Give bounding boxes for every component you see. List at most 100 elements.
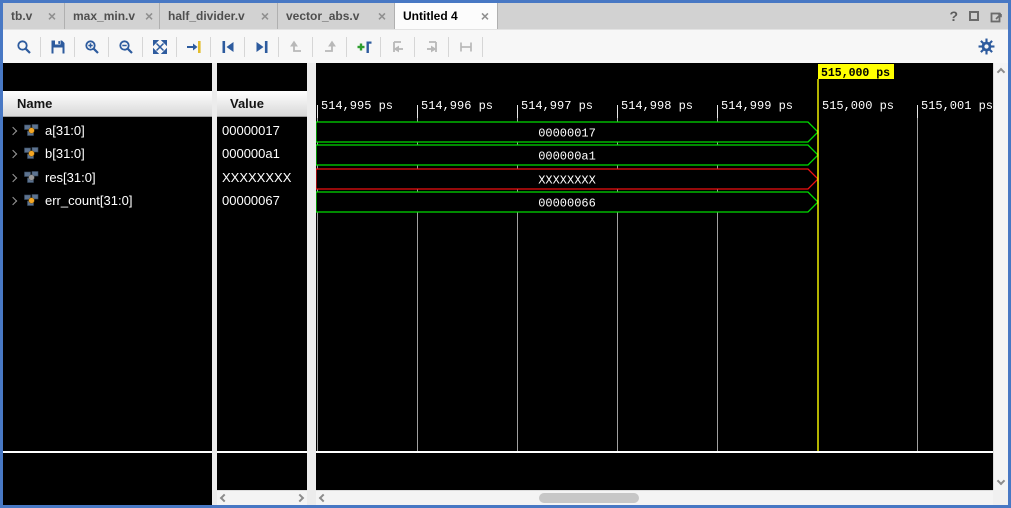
signal-values-panel: Value 00000017 000000a1 XXXXXXXX 0000006… (217, 63, 307, 505)
panel-separator-line (316, 451, 993, 453)
tab-label: vector_abs.v (286, 9, 359, 23)
toolbar-separator (40, 37, 41, 57)
name-column-header: Name (3, 91, 212, 117)
svg-text:514,996 ps: 514,996 ps (421, 99, 493, 113)
signal-name: b[31:0] (45, 146, 85, 161)
measure-time-icon[interactable] (452, 34, 479, 60)
scroll-left-icon[interactable] (319, 494, 327, 502)
signal-row-err-count[interactable]: err_count[31:0] (3, 189, 212, 212)
toolbar-separator (210, 37, 211, 57)
expand-chevron-icon[interactable] (9, 126, 17, 134)
previous-marker-icon[interactable] (282, 34, 309, 60)
values-horizontal-scrollbar[interactable] (217, 490, 307, 505)
help-icon[interactable]: ? (949, 8, 958, 24)
toolbar-separator (244, 37, 245, 57)
snap-to-previous-edge-icon[interactable] (384, 34, 411, 60)
value-column-header: Value (217, 91, 307, 117)
save-icon[interactable] (44, 34, 71, 60)
signal-names-panel: Name a[31:0] b[31:0] res[31:0] (3, 63, 212, 505)
scrollbar-thumb[interactable] (539, 493, 639, 503)
svg-text:515,001 ps: 515,001 ps (921, 99, 993, 113)
signal-value: 000000a1 (222, 142, 280, 165)
toolbar-separator (482, 37, 483, 57)
tab-max-min-v[interactable]: max_min.v × (65, 3, 160, 29)
scrollbar-corner (993, 490, 1008, 505)
zoom-out-icon[interactable] (112, 34, 139, 60)
bus-signal-icon (24, 147, 39, 160)
signal-value: XXXXXXXX (222, 166, 291, 189)
column-splitter[interactable] (307, 63, 316, 505)
toolbar-separator (414, 37, 415, 57)
wave-value-res: XXXXXXXX (538, 174, 596, 188)
next-transition-icon[interactable] (248, 34, 275, 60)
wave-value-b: 000000a1 (538, 150, 596, 164)
float-window-icon[interactable] (990, 10, 1003, 23)
signal-row-res[interactable]: res[31:0] (3, 166, 212, 189)
cursor-time-label: 515,000 ps (821, 67, 890, 80)
wave-vertical-scrollbar[interactable] (993, 63, 1008, 490)
settings-gear-icon[interactable] (973, 33, 999, 59)
tab-label: Untitled 4 (403, 9, 458, 23)
window-controls: ? (949, 3, 1003, 29)
close-icon[interactable]: × (135, 8, 153, 24)
tab-untitled-4[interactable]: Untitled 4 × (395, 3, 498, 29)
wave-horizontal-scrollbar[interactable] (316, 490, 1008, 505)
tab-half-divider-v[interactable]: half_divider.v × (160, 3, 278, 29)
close-icon[interactable]: × (251, 8, 269, 24)
tab-vector-abs-v[interactable]: vector_abs.v × (278, 3, 395, 29)
toolbar-separator (74, 37, 75, 57)
toolbar-separator (346, 37, 347, 57)
zoom-in-icon[interactable] (78, 34, 105, 60)
time-ruler[interactable]: 514,995 ps 514,996 ps 514,997 ps 514,998… (321, 99, 993, 113)
snap-to-next-edge-icon[interactable] (418, 34, 445, 60)
tab-label: half_divider.v (168, 9, 245, 23)
signal-value: 00000017 (222, 119, 280, 142)
signal-name: res[31:0] (45, 170, 96, 185)
expand-chevron-icon[interactable] (9, 149, 17, 157)
tab-label: max_min.v (73, 9, 135, 23)
close-icon[interactable]: × (368, 8, 386, 24)
search-icon[interactable] (10, 34, 37, 60)
wave-value-a: 00000017 (538, 127, 596, 141)
bus-waveforms: 00000017 000000a1 XXXXXXXX 00000066 (316, 122, 818, 212)
signal-name: a[31:0] (45, 123, 85, 138)
toolbar-separator (448, 37, 449, 57)
toolbar-separator (108, 37, 109, 57)
scroll-right-icon[interactable] (296, 494, 304, 502)
waveform-toolbar (3, 29, 1008, 63)
previous-transition-icon[interactable] (214, 34, 241, 60)
tab-bar: tb.v × max_min.v × half_divider.v × vect… (3, 3, 1008, 29)
toolbar-separator (176, 37, 177, 57)
svg-text:514,999 ps: 514,999 ps (721, 99, 793, 113)
toolbar-separator (142, 37, 143, 57)
svg-text:514,995 ps: 514,995 ps (321, 99, 393, 113)
grid-lines (318, 118, 918, 451)
expand-chevron-icon[interactable] (9, 196, 17, 204)
maximize-icon[interactable] (969, 11, 979, 21)
add-marker-icon[interactable] (350, 34, 377, 60)
toolbar-separator (312, 37, 313, 57)
go-to-cursor-icon[interactable] (180, 34, 207, 60)
close-icon[interactable]: × (471, 8, 489, 24)
zoom-fit-icon[interactable] (146, 34, 173, 60)
panel-separator-line (217, 451, 307, 453)
waveform-drawing: 514,995 ps 514,996 ps 514,997 ps 514,998… (316, 63, 993, 490)
tab-tb-v[interactable]: tb.v × (3, 3, 65, 29)
svg-text:514,998 ps: 514,998 ps (621, 99, 693, 113)
scroll-up-icon[interactable] (997, 68, 1005, 76)
next-marker-icon[interactable] (316, 34, 343, 60)
scroll-left-icon[interactable] (220, 494, 228, 502)
tab-label: tb.v (11, 9, 32, 23)
toolbar-separator (278, 37, 279, 57)
bus-signal-icon (24, 124, 39, 137)
close-icon[interactable]: × (38, 8, 56, 24)
wave-value-err-count: 00000066 (538, 197, 596, 211)
expand-chevron-icon[interactable] (9, 173, 17, 181)
signal-row-b[interactable]: b[31:0] (3, 142, 212, 165)
bus-signal-icon (24, 171, 39, 184)
signal-value: 00000067 (222, 189, 280, 212)
signal-row-a[interactable]: a[31:0] (3, 119, 212, 142)
panel-separator-line (3, 451, 212, 453)
scroll-down-icon[interactable] (997, 477, 1005, 485)
waveform-canvas[interactable]: 514,995 ps 514,996 ps 514,997 ps 514,998… (316, 63, 993, 505)
